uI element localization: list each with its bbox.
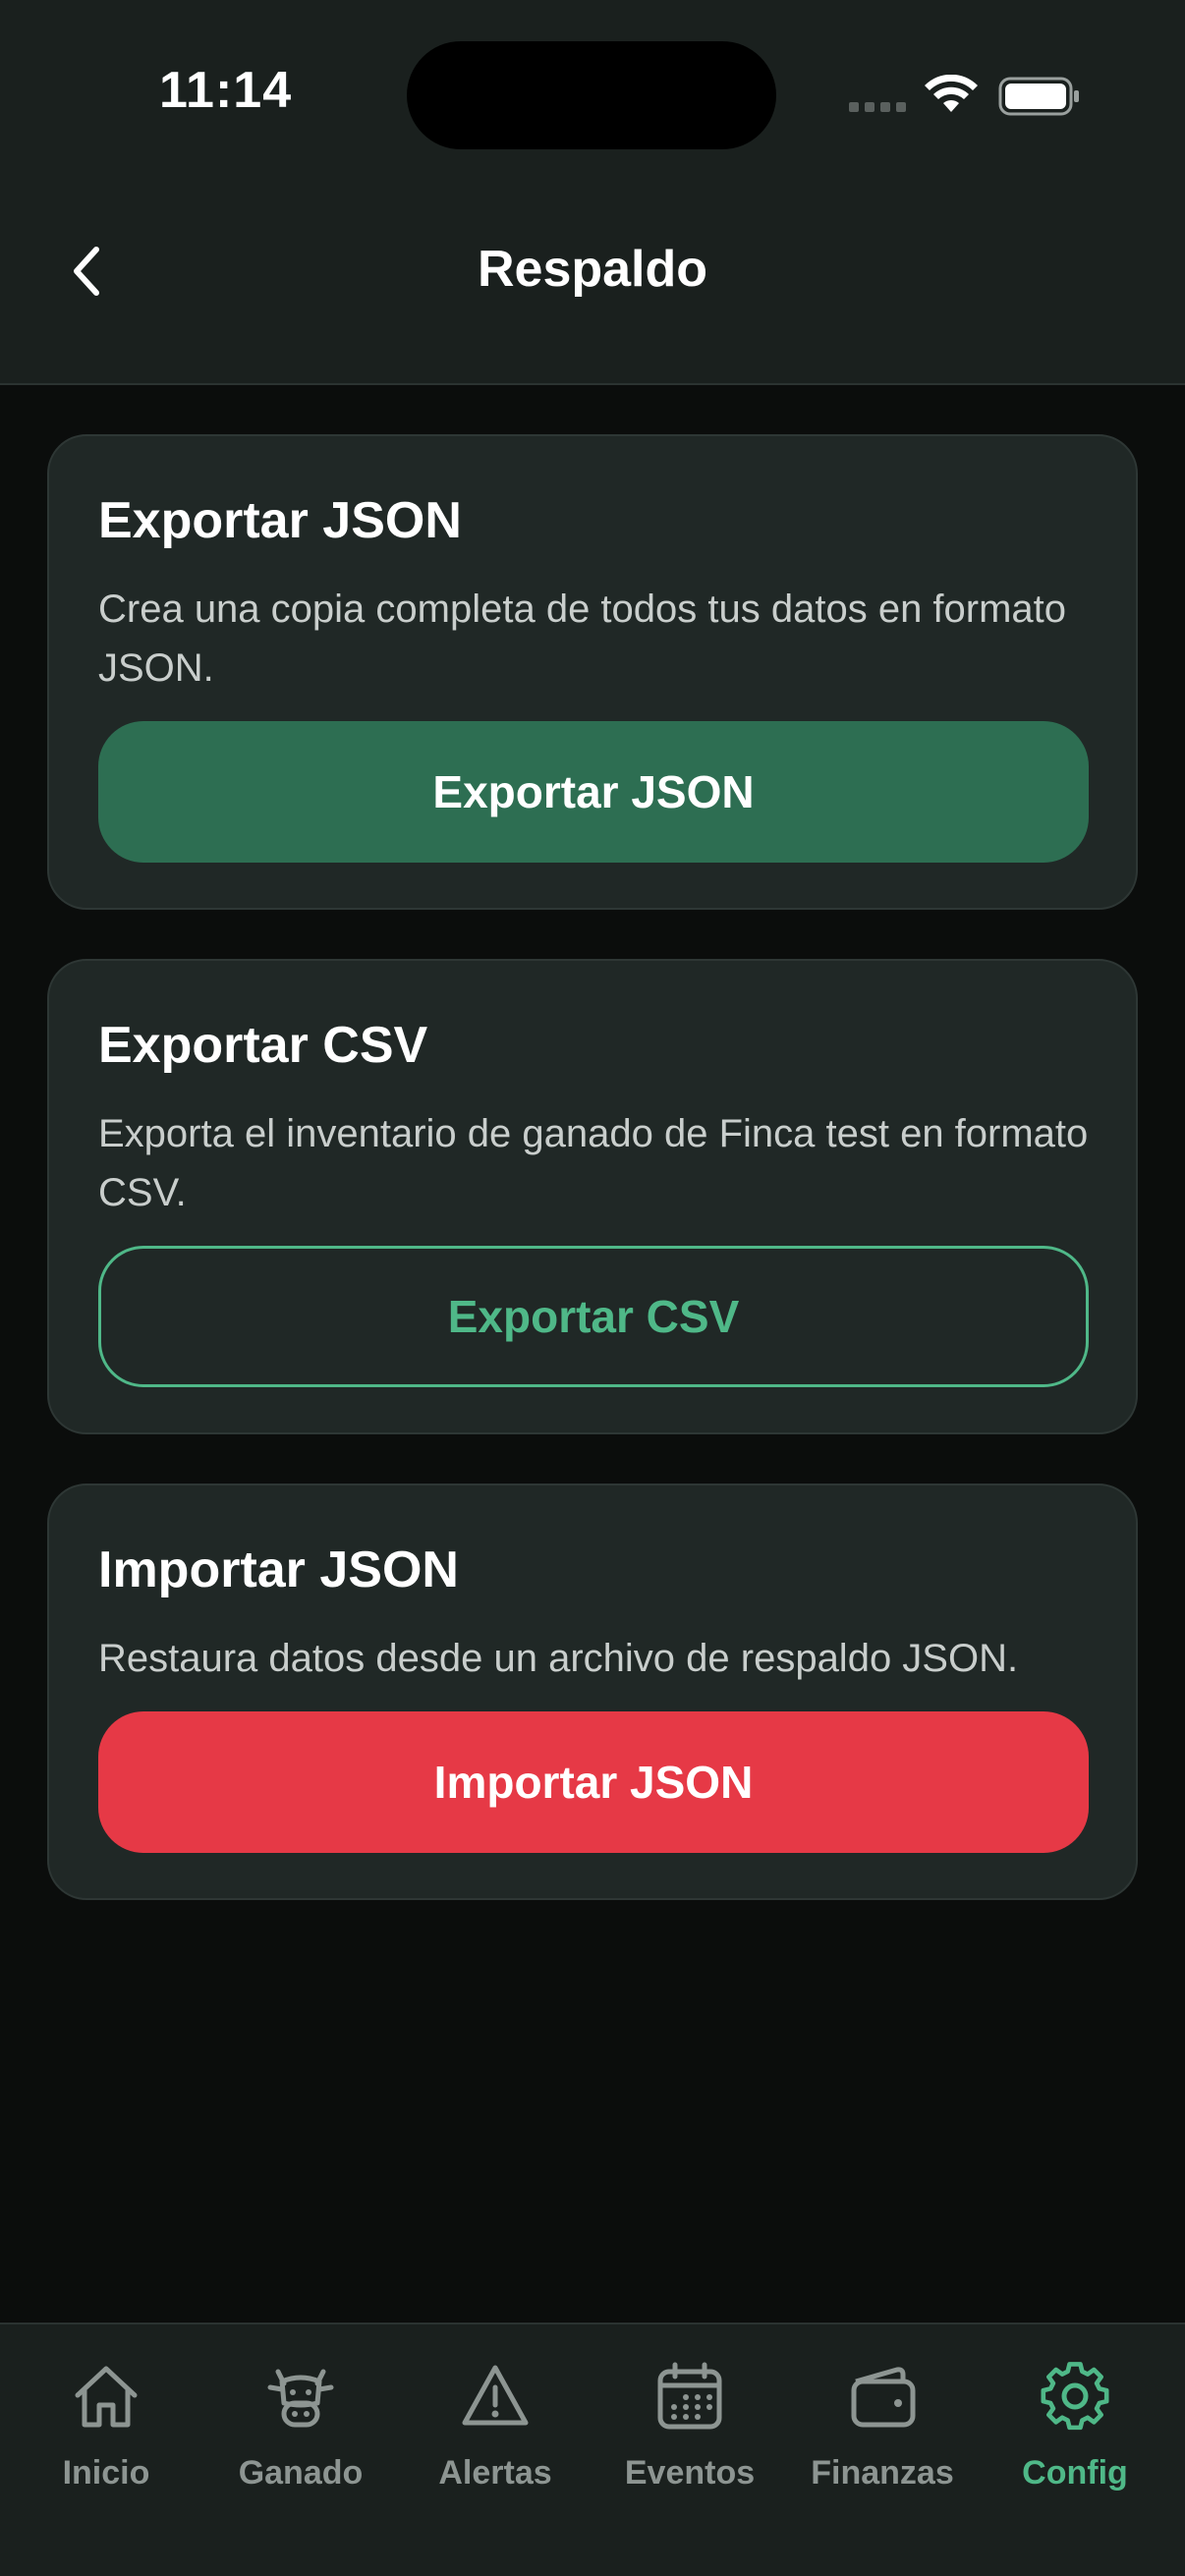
tab-label: Finanzas [811, 2454, 954, 2492]
card-title: Exportar JSON [98, 492, 462, 549]
tab-label: Ganado [238, 2454, 364, 2492]
tab-label: Config [1022, 2454, 1128, 2492]
tab-config[interactable]: Config [979, 2360, 1171, 2507]
house-icon [75, 2366, 138, 2428]
battery-icon [998, 77, 1079, 116]
tab-bar: Inicio Ganado Alertas Eventos Finanzas C… [0, 2323, 1185, 2576]
export-json-button[interactable]: Exportar JSON [98, 721, 1089, 863]
wallet-icon [851, 2367, 916, 2428]
warning-triangle-icon [462, 2365, 529, 2426]
card-description: Exporta el inventario de ganado de Finca… [98, 1112, 1089, 1214]
backup-screen: 11:14 Respaldo Exportar JSON Crea una co… [0, 0, 1185, 2576]
card-title: Importar JSON [98, 1541, 459, 1598]
import-json-card: Importar JSON Restaura datos desde un ar… [47, 1484, 1138, 1900]
page-title: Respaldo [477, 241, 708, 298]
tab-label: Alertas [438, 2454, 552, 2492]
calendar-icon [657, 2362, 722, 2430]
tab-eventos[interactable]: Eventos [593, 2360, 786, 2507]
cow-icon [267, 2369, 334, 2428]
tab-finanzas[interactable]: Finanzas [786, 2360, 979, 2507]
tab-label: Eventos [624, 2454, 756, 2492]
status-time: 11:14 [159, 62, 293, 119]
gear-icon [1041, 2362, 1109, 2431]
import-json-button[interactable]: Importar JSON [98, 1711, 1089, 1853]
tab-alertas[interactable]: Alertas [399, 2360, 592, 2507]
card-description: Restaura datos desde un archivo de respa… [98, 1637, 1019, 1680]
tab-inicio[interactable]: Inicio [10, 2360, 202, 2507]
tab-label: Inicio [62, 2454, 150, 2492]
export-json-card: Exportar JSON Crea una copia completa de… [47, 434, 1138, 910]
export-csv-button[interactable]: Exportar CSV [98, 1246, 1089, 1387]
header-bar: 11:14 Respaldo [0, 0, 1185, 385]
cellular-signal-icon [849, 102, 906, 112]
card-title: Exportar CSV [98, 1017, 428, 1074]
export-csv-card: Exportar CSV Exporta el inventario de ga… [47, 959, 1138, 1434]
wifi-icon [925, 75, 978, 112]
tab-ganado[interactable]: Ganado [204, 2360, 397, 2507]
card-description: Crea una copia completa de todos tus dat… [98, 588, 1067, 690]
dynamic-island [407, 41, 776, 149]
